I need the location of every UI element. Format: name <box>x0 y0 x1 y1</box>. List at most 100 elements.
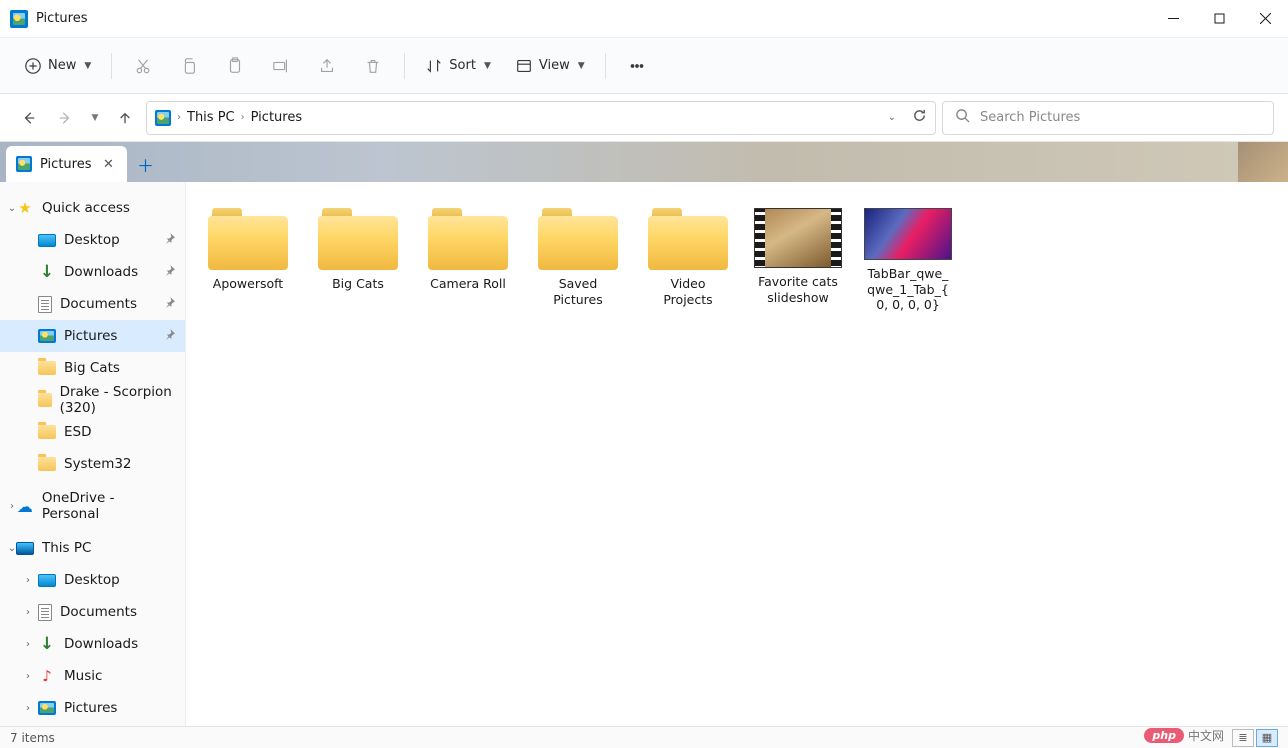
up-button[interactable] <box>110 103 140 133</box>
view-button[interactable]: View ▼ <box>505 48 595 84</box>
file-item[interactable]: Favorite cats slideshow <box>750 204 846 317</box>
tab-title: Pictures <box>40 157 91 172</box>
sidebar-item-label: Desktop <box>64 232 120 248</box>
toolbar: New ▼ Sort ▼ View ▼ <box>0 38 1288 94</box>
file-item[interactable]: Big Cats <box>310 204 406 317</box>
file-item[interactable]: Video Projects <box>640 204 736 317</box>
sidebar-label: Quick access <box>42 200 130 216</box>
recent-locations-button[interactable]: ▼ <box>86 103 104 133</box>
file-name: TabBar_qwe_qwe_1_Tab_{0, 0, 0, 0} <box>864 266 952 313</box>
main-area: ⌄ ★ Quick access Desktop ↓Downloads Docume… <box>0 182 1288 726</box>
sidebar-item-label: Documents <box>60 604 137 620</box>
desktop-icon <box>38 574 56 587</box>
forward-button[interactable] <box>50 103 80 133</box>
share-icon <box>318 57 336 75</box>
tab-pictures[interactable]: Pictures ✕ <box>6 146 127 182</box>
trash-icon <box>364 57 382 75</box>
back-button[interactable] <box>14 103 44 133</box>
search-input[interactable] <box>980 110 1261 125</box>
separator <box>605 53 606 79</box>
sidebar-item-label: Pictures <box>64 328 117 344</box>
sidebar-item[interactable]: Big Cats <box>0 352 185 384</box>
sidebar-item[interactable]: Documents <box>0 288 185 320</box>
item-count: 7 items <box>10 731 55 745</box>
chevron-right-icon[interactable]: › <box>2 501 22 512</box>
view-icon <box>515 57 533 75</box>
pictures-icon <box>16 156 32 172</box>
sidebar-item[interactable]: ›Desktop <box>0 564 185 596</box>
sidebar-item[interactable]: ›Pictures <box>0 692 185 724</box>
breadcrumb-root[interactable]: This PC <box>187 110 235 125</box>
chevron-right-icon[interactable]: › <box>18 703 38 714</box>
sidebar-quick-access[interactable]: ⌄ ★ Quick access <box>0 192 185 224</box>
paste-button[interactable] <box>214 48 256 84</box>
copy-button[interactable] <box>168 48 210 84</box>
picture-icon <box>38 329 56 343</box>
details-view-button[interactable]: ≣ <box>1232 729 1254 747</box>
doc-icon <box>38 296 52 313</box>
chevron-right-icon[interactable]: › <box>18 607 38 618</box>
file-name: Big Cats <box>332 276 384 292</box>
file-name: Apowersoft <box>213 276 283 292</box>
sidebar-item-label: Music <box>64 668 102 684</box>
sidebar-item[interactable]: ›♪Music <box>0 660 185 692</box>
download-icon: ↓ <box>38 635 56 653</box>
sidebar-item[interactable]: ESD <box>0 416 185 448</box>
cut-button[interactable] <box>122 48 164 84</box>
search-box[interactable] <box>942 101 1274 135</box>
sidebar-item[interactable]: ↓Downloads <box>0 256 185 288</box>
folder-icon <box>648 208 728 270</box>
sidebar-item[interactable]: Drake - Scorpion (320) <box>0 384 185 416</box>
sidebar-item[interactable]: Pictures <box>0 320 185 352</box>
sort-button[interactable]: Sort ▼ <box>415 48 501 84</box>
image-thumbnail <box>864 208 952 260</box>
sidebar-item-label: Documents <box>60 296 137 312</box>
file-name: Camera Roll <box>430 276 506 292</box>
new-label: New <box>48 58 76 73</box>
chevron-right-icon[interactable]: › <box>18 639 38 650</box>
sidebar-item[interactable]: System32 <box>0 448 185 480</box>
address-history-button[interactable]: ⌄ <box>888 112 896 123</box>
chevron-down-icon[interactable]: ⌄ <box>2 203 22 214</box>
content-pane[interactable]: Apowersoft Big Cats Camera Roll Saved Pictu… <box>186 182 1288 726</box>
navigation-pane: ⌄ ★ Quick access Desktop ↓Downloads Docume… <box>0 182 186 726</box>
separator <box>404 53 405 79</box>
sidebar-splitter[interactable] <box>182 182 186 726</box>
breadcrumb-current[interactable]: Pictures <box>251 110 302 125</box>
close-button[interactable] <box>1242 0 1288 37</box>
share-button[interactable] <box>306 48 348 84</box>
folder-icon <box>38 457 56 471</box>
chevron-right-icon[interactable]: › <box>18 671 38 682</box>
chevron-right-icon[interactable]: › <box>18 575 38 586</box>
new-button[interactable]: New ▼ <box>14 48 101 84</box>
sidebar-this-pc[interactable]: ⌄ This PC <box>0 532 185 564</box>
sidebar-item[interactable]: Desktop <box>0 224 185 256</box>
sidebar-item-label: System32 <box>64 456 132 472</box>
maximize-button[interactable] <box>1196 0 1242 37</box>
sidebar-onedrive[interactable]: › ☁ OneDrive - Personal <box>0 490 185 522</box>
delete-button[interactable] <box>352 48 394 84</box>
folder-icon <box>38 361 56 375</box>
folder-icon <box>208 208 288 270</box>
video-thumbnail <box>754 208 842 268</box>
rename-button[interactable] <box>260 48 302 84</box>
window-title: Pictures <box>36 11 87 26</box>
breadcrumb-separator: › <box>177 112 181 123</box>
file-item[interactable]: Saved Pictures <box>530 204 626 317</box>
address-bar[interactable]: › This PC › Pictures ⌄ <box>146 101 936 135</box>
new-tab-button[interactable]: ＋ <box>131 150 159 178</box>
sidebar-item-label: ESD <box>64 424 92 440</box>
minimize-button[interactable] <box>1150 0 1196 37</box>
file-item[interactable]: Camera Roll <box>420 204 516 317</box>
icons-view-button[interactable]: ▦ <box>1256 729 1278 747</box>
file-item[interactable]: TabBar_qwe_qwe_1_Tab_{0, 0, 0, 0} <box>860 204 956 317</box>
more-button[interactable] <box>616 48 658 84</box>
close-tab-button[interactable]: ✕ <box>99 155 117 173</box>
chevron-down-icon[interactable]: ⌄ <box>2 543 22 554</box>
folder-icon <box>38 425 56 439</box>
sidebar-item[interactable]: › Documents <box>0 596 185 628</box>
sidebar-item[interactable]: ›↓Downloads <box>0 628 185 660</box>
chevron-down-icon: ▼ <box>84 61 91 71</box>
file-item[interactable]: Apowersoft <box>200 204 296 317</box>
refresh-button[interactable] <box>912 108 927 127</box>
